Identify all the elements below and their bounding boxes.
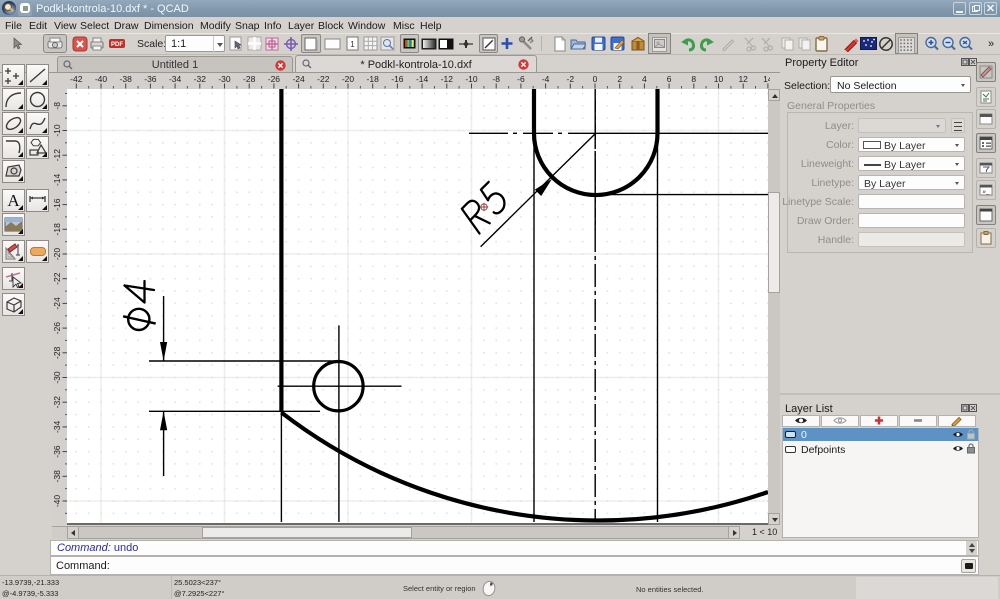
svg-text:-32: -32	[194, 74, 207, 84]
svg-text:-22: -22	[317, 74, 330, 84]
svg-text:-36: -36	[144, 74, 157, 84]
svg-text:-38: -38	[52, 470, 62, 483]
svg-text:-6: -6	[517, 74, 525, 84]
svg-text:-22: -22	[52, 272, 62, 285]
svg-text:6: 6	[667, 74, 672, 84]
svg-text:-2: -2	[567, 74, 575, 84]
svg-text:10: 10	[714, 74, 724, 84]
svg-text:-40: -40	[95, 74, 108, 84]
svg-text:-34: -34	[52, 420, 62, 433]
svg-text:-18: -18	[52, 223, 62, 236]
svg-text:-8: -8	[52, 102, 62, 110]
svg-text:-16: -16	[52, 198, 62, 211]
svg-text:-12: -12	[441, 74, 454, 84]
svg-text:-26: -26	[52, 322, 62, 335]
svg-text:-38: -38	[120, 74, 133, 84]
svg-text:-16: -16	[391, 74, 404, 84]
svg-text:-32: -32	[52, 396, 62, 409]
svg-text:-42: -42	[70, 74, 83, 84]
svg-text:8: 8	[691, 74, 696, 84]
svg-text:-30: -30	[52, 371, 62, 384]
svg-text:»_: »_	[982, 189, 990, 196]
svg-text:-10: -10	[52, 124, 62, 137]
svg-text:-14: -14	[416, 74, 429, 84]
svg-text:-40: -40	[52, 495, 62, 508]
svg-text:2: 2	[617, 74, 622, 84]
svg-text:-24: -24	[52, 297, 62, 310]
svg-text:-34: -34	[169, 74, 182, 84]
svg-text:-12: -12	[52, 149, 62, 162]
svg-text:-36: -36	[52, 445, 62, 458]
svg-text:0: 0	[593, 74, 598, 84]
svg-text:-10: -10	[465, 74, 478, 84]
svg-text:-30: -30	[218, 74, 231, 84]
svg-text:-28: -28	[52, 346, 62, 359]
svg-text:-26: -26	[268, 74, 281, 84]
svg-text:-8: -8	[492, 74, 500, 84]
svg-text:PDF: PDF	[111, 42, 123, 48]
svg-text:-18: -18	[367, 74, 380, 84]
svg-text:-20: -20	[52, 248, 62, 261]
svg-text:-4: -4	[542, 74, 550, 84]
svg-text:12: 12	[738, 74, 748, 84]
svg-text:-28: -28	[243, 74, 256, 84]
svg-text:14: 14	[763, 74, 770, 84]
svg-text:4: 4	[642, 74, 647, 84]
svg-text:-14: -14	[52, 173, 62, 186]
svg-text:1: 1	[350, 40, 355, 49]
svg-text:-24: -24	[292, 74, 305, 84]
svg-text:-20: -20	[342, 74, 355, 84]
